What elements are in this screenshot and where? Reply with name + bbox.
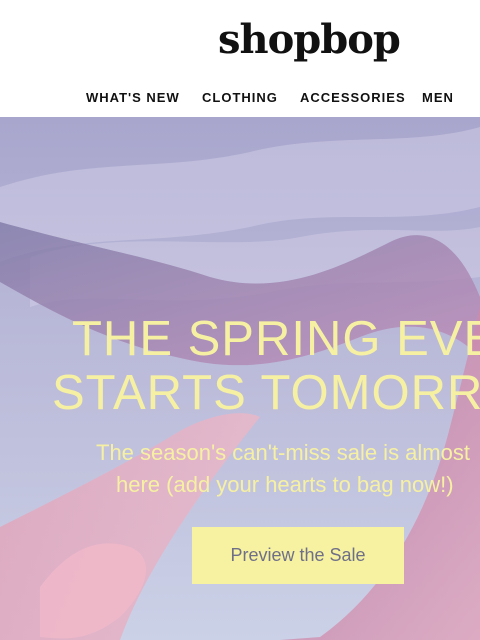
- hero-subtext-line-2: here (add your hearts to bag now!): [116, 472, 454, 497]
- preview-sale-button[interactable]: Preview the Sale: [192, 527, 404, 584]
- main-nav: WHAT'S NEW CLOTHING ACCESSORIES MEN: [0, 90, 480, 108]
- site-header: shopbop WHAT'S NEW CLOTHING ACCESSORIES …: [0, 0, 480, 117]
- hero-subtext-line-1: The season's can't-miss sale is almost: [96, 440, 470, 465]
- shopbop-logo[interactable]: shopbop: [218, 16, 401, 63]
- nav-item-whats-new[interactable]: WHAT'S NEW: [86, 90, 180, 105]
- hero-banner[interactable]: THE SPRING EVENT STARTS TOMORROW The sea…: [0, 117, 480, 640]
- nav-item-men[interactable]: MEN: [422, 90, 454, 105]
- nav-item-accessories[interactable]: ACCESSORIES: [300, 90, 406, 105]
- hero-headline-line-1: THE SPRING EVENT: [72, 312, 480, 366]
- hero-headline-line-2: STARTS TOMORROW: [52, 366, 480, 420]
- nav-item-clothing[interactable]: CLOTHING: [202, 90, 278, 105]
